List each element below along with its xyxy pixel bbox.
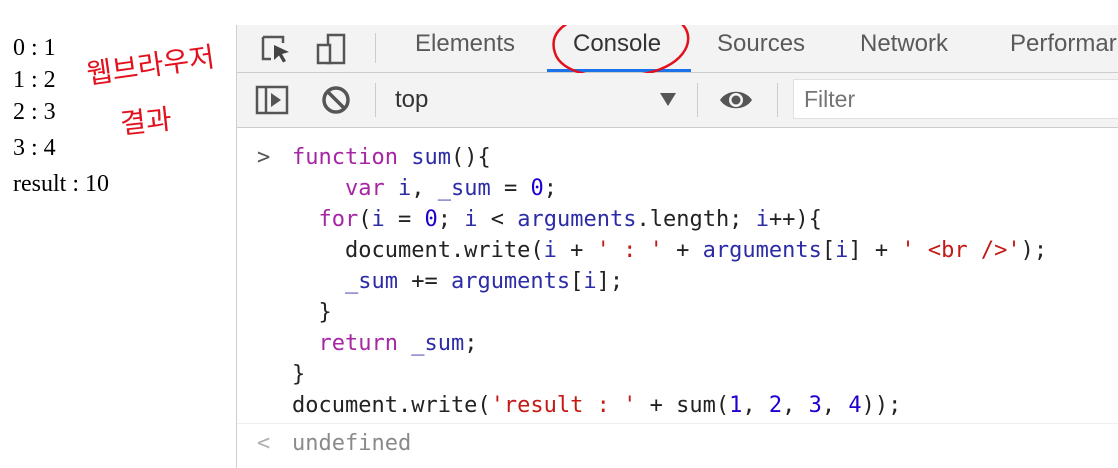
output-line: 3 : 4 [13,135,56,161]
devtools-tabbar: Elements Console Sources Network Perform… [237,25,1118,73]
result-prompt-icon: < [257,431,271,456]
tab-sources[interactable]: Sources [717,25,805,72]
toolbar-divider [375,33,376,63]
devtools-panel: Elements Console Sources Network Perform… [236,25,1118,468]
output-line: result : 10 [13,171,109,197]
handwritten-annotation: 결과 [118,102,174,141]
code-line[interactable]: document.write('result : ' + sum(1, 2, 3… [292,390,901,421]
code-line[interactable]: } [292,359,305,390]
code-line[interactable]: for(i = 0; i < arguments.length; i++){ [292,204,822,235]
device-toolbar-icon[interactable] [315,33,349,65]
code-line[interactable]: var i, _sum = 0; [292,173,557,204]
input-prompt-icon: > [257,145,271,170]
code-line[interactable]: document.write(i + ' : ' + arguments[i] … [292,235,1047,266]
toolbar-divider [777,83,778,117]
console-toolbar: top [237,73,1118,128]
code-line[interactable]: } [292,297,331,328]
console-output: > function sum(){ var i, _sum = 0; for(i… [237,128,1118,468]
output-line: 1 : 2 [13,67,56,93]
tab-network[interactable]: Network [860,25,948,72]
eye-icon[interactable] [719,84,753,116]
context-selector[interactable]: top [395,73,428,127]
code-line[interactable]: _sum += arguments[i]; [292,266,623,297]
console-result: undefined [292,431,412,456]
toolbar-divider [375,83,376,117]
tab-elements[interactable]: Elements [415,25,515,72]
clear-console-icon[interactable] [319,84,353,116]
tab-console[interactable]: Console [573,25,661,72]
handwritten-annotation: 웹브라우저 [84,40,217,91]
code-line[interactable]: return _sum; [292,328,478,359]
output-line: 0 : 1 [13,35,56,61]
result-divider [237,423,1118,424]
code-line[interactable]: function sum(){ [292,142,491,173]
sidebar-toggle-icon[interactable] [255,84,289,116]
toolbar-divider [697,83,698,117]
inspect-element-icon[interactable] [259,33,293,65]
rendered-page: 0 : 1 1 : 2 2 : 3 3 : 4 result : 10 웹브라우… [0,0,236,468]
filter-input[interactable] [793,79,1118,119]
tab-performance[interactable]: Performar [1010,25,1117,72]
output-line: 2 : 3 [13,99,56,125]
dropdown-arrow-icon[interactable] [660,93,676,106]
active-tab-indicator [547,69,691,72]
